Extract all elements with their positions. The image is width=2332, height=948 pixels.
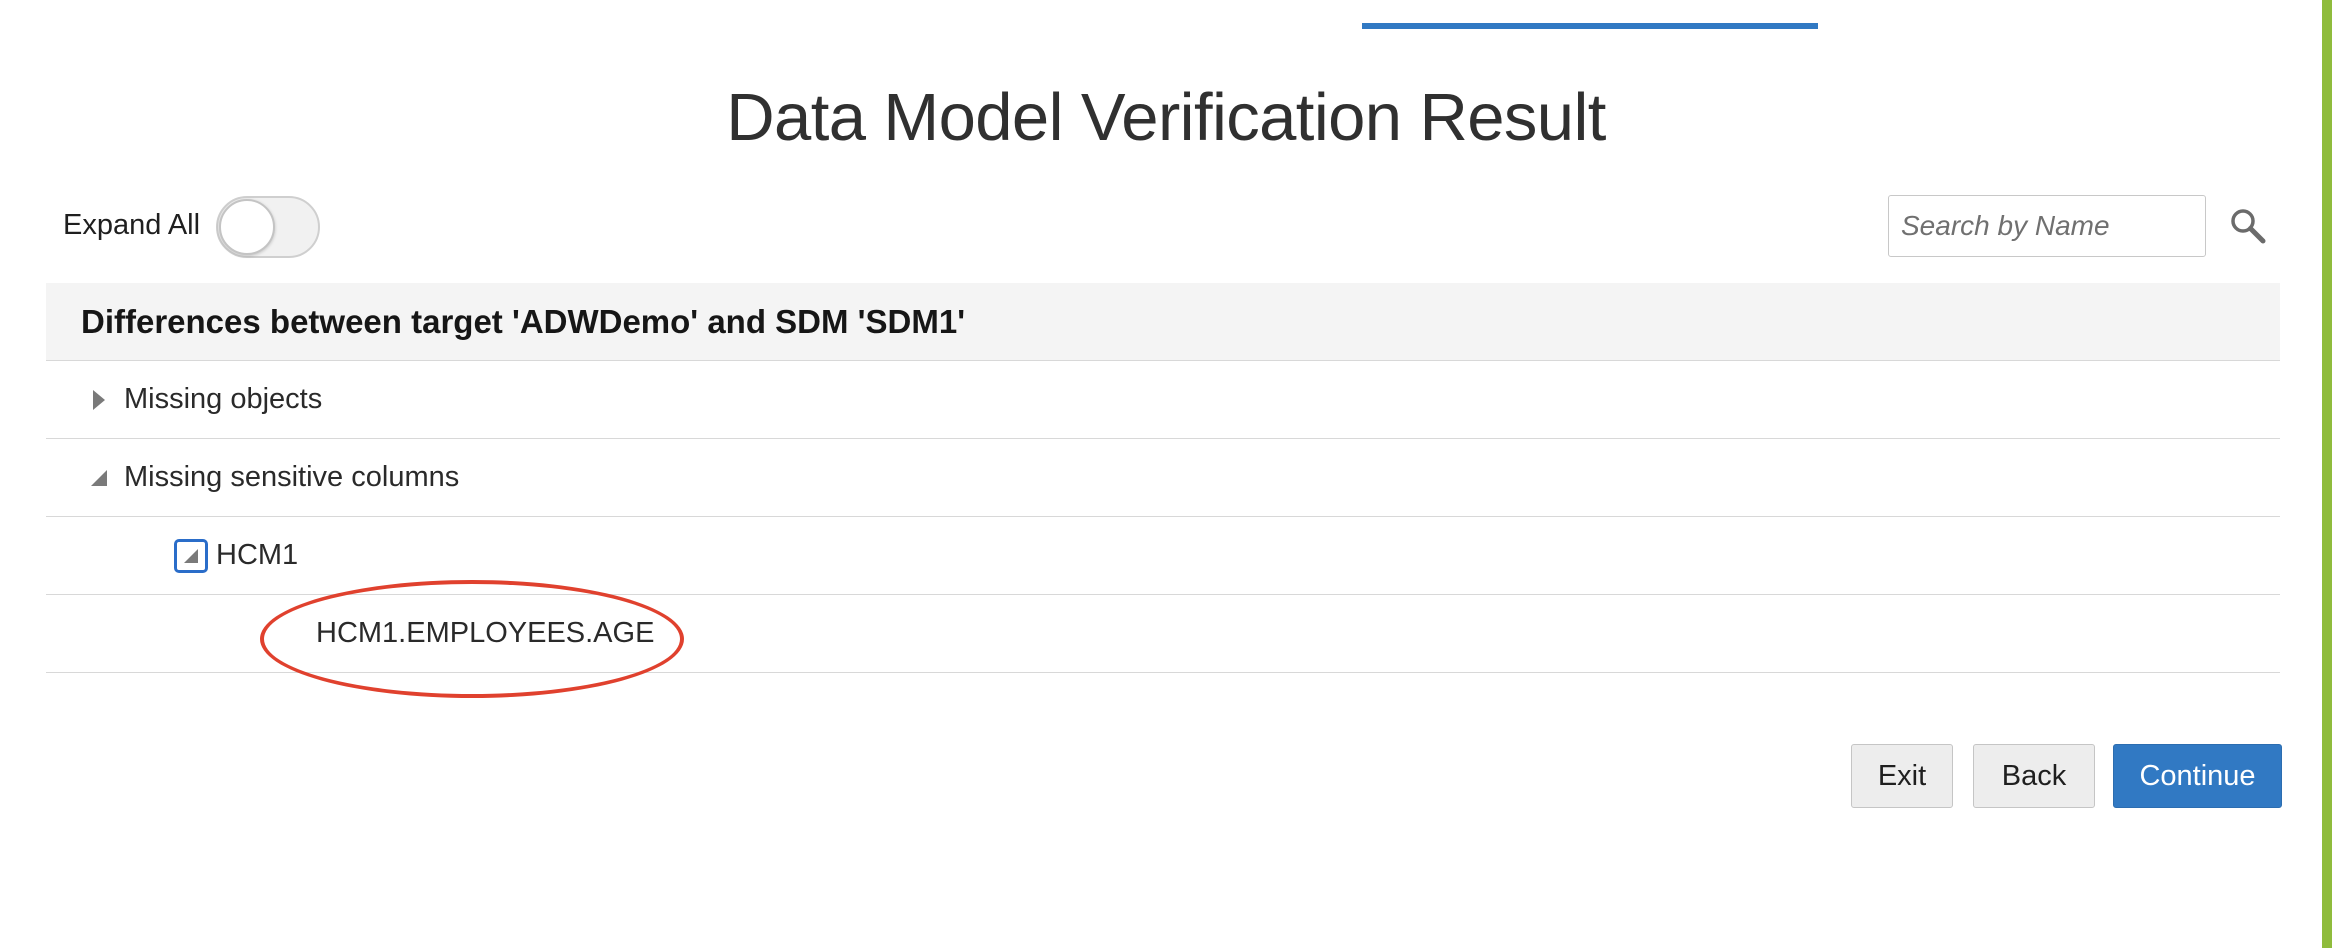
caret-right-icon[interactable] (84, 385, 114, 415)
tree-row-label: Missing sensitive columns (124, 461, 460, 493)
tree-row-hcm1[interactable]: HCM1 (46, 517, 2280, 595)
train-progress-indicator (1362, 23, 1818, 29)
toggle-knob (219, 199, 275, 255)
tree-row-hcm1-employees-age[interactable]: HCM1.EMPLOYEES.AGE (46, 595, 2280, 673)
continue-button[interactable]: Continue (2113, 744, 2282, 808)
tree-row-missing-objects[interactable]: Missing objects (46, 361, 2280, 439)
tree-row-label: HCM1.EMPLOYEES.AGE (316, 617, 655, 649)
search-icon[interactable] (2228, 206, 2268, 246)
expand-all-label: Expand All (63, 209, 201, 241)
caret-down-right-icon[interactable] (174, 538, 208, 573)
tree-row-label: HCM1 (216, 539, 299, 571)
tree-row-label: Missing objects (124, 383, 323, 415)
page-title: Data Model Verification Result (726, 80, 1606, 155)
differences-tree-table: Differences between target 'ADWDemo' and… (46, 283, 2280, 673)
expand-all-toggle[interactable] (216, 196, 320, 258)
search-input[interactable] (1888, 195, 2206, 257)
caret-down-right-icon[interactable] (84, 463, 114, 493)
table-header: Differences between target 'ADWDemo' and… (46, 283, 2280, 361)
exit-button[interactable]: Exit (1851, 744, 1953, 808)
back-button[interactable]: Back (1973, 744, 2095, 808)
tree-row-missing-sensitive-columns[interactable]: Missing sensitive columns (46, 439, 2280, 517)
